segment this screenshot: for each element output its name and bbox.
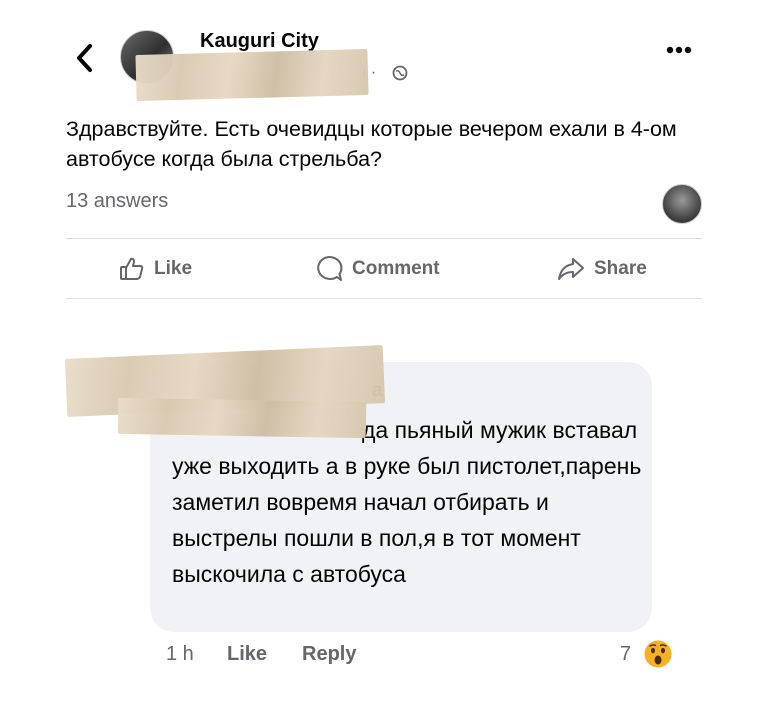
comment-like-button[interactable]: Like bbox=[227, 643, 267, 666]
more-dots-icon bbox=[666, 46, 692, 54]
comment-button[interactable]: Comment bbox=[314, 252, 440, 286]
share-label: Share bbox=[594, 258, 647, 279]
responder-avatar[interactable] bbox=[662, 184, 702, 224]
answers-count[interactable]: 13 answers bbox=[66, 190, 168, 213]
thumbs-up-icon bbox=[120, 257, 144, 280]
divider bbox=[66, 238, 702, 239]
comment-time: 1 h bbox=[166, 643, 194, 665]
globe-icon bbox=[392, 65, 408, 81]
like-button[interactable]: Like bbox=[118, 252, 192, 286]
comment-text: да пьяный мужик вставал уже выходить а в… bbox=[172, 417, 642, 587]
share-arrow-icon bbox=[558, 258, 584, 280]
redaction-tape bbox=[117, 397, 367, 439]
more-options-button[interactable] bbox=[662, 38, 696, 62]
reaction-count[interactable]: 7 bbox=[620, 643, 631, 666]
post-text: Здравствуйте. Есть очевидцы которые вече… bbox=[66, 117, 677, 171]
divider bbox=[66, 298, 702, 299]
back-button[interactable] bbox=[70, 40, 100, 76]
comment-bubble-icon bbox=[317, 255, 343, 281]
like-label: Like bbox=[154, 258, 193, 279]
share-button[interactable]: Share bbox=[556, 252, 647, 286]
redaction-tape bbox=[135, 48, 369, 102]
comment-label: Comment bbox=[352, 258, 440, 279]
comment-reply-button[interactable]: Reply bbox=[302, 643, 356, 666]
chevron-left-icon bbox=[77, 44, 92, 72]
wow-emoji-icon[interactable] bbox=[642, 638, 674, 670]
group-name[interactable]: Kauguri City bbox=[200, 30, 319, 53]
